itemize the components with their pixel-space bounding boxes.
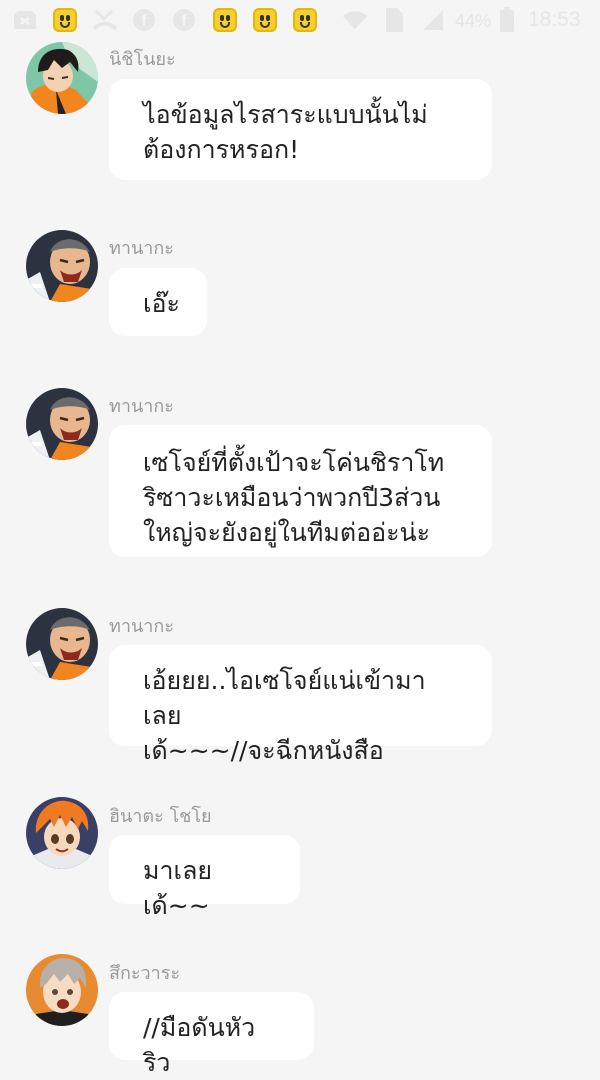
signal-icon bbox=[420, 7, 446, 33]
image-icon bbox=[12, 7, 38, 33]
emoji-icon bbox=[252, 7, 278, 33]
sender-name: ฮินาตะ โชโย bbox=[109, 806, 212, 827]
status-bar: f f 44% 18:53 bbox=[0, 0, 600, 40]
avatar-tanaka[interactable] bbox=[26, 230, 98, 302]
facebook-icon: f bbox=[131, 7, 157, 33]
clock: 18:53 bbox=[528, 8, 581, 31]
message-bubble[interactable]: มาเลยเด้~~ bbox=[109, 835, 300, 920]
emoji-icon bbox=[292, 7, 318, 33]
sender-name: สึกะวาระ bbox=[109, 963, 181, 984]
sim-icon bbox=[381, 7, 407, 33]
message-bubble[interactable]: เอ้ยยย..ไอเซโจย์แน่เข้ามาเลย เด้~~~//จะฉ… bbox=[109, 645, 492, 765]
avatar-hinata[interactable] bbox=[26, 797, 98, 869]
facebook-icon: f bbox=[171, 7, 197, 33]
emoji-icon bbox=[212, 7, 238, 33]
avatar-nishinoya[interactable] bbox=[26, 42, 98, 114]
battery-percent: 44% bbox=[455, 11, 492, 31]
sender-name: ทานากะ bbox=[109, 238, 174, 259]
message-bubble[interactable]: //มือดันหัว ริว bbox=[109, 992, 314, 1077]
sender-name: ทานากะ bbox=[109, 616, 174, 637]
missed-call-icon bbox=[92, 7, 118, 33]
avatar-tanaka[interactable] bbox=[26, 388, 98, 460]
battery-icon bbox=[494, 7, 520, 33]
avatar-sugawara[interactable] bbox=[26, 954, 98, 1026]
message-bubble[interactable]: ไอข้อมูลไรสาระแบบนั้นไม่ ต้องการหรอก! bbox=[109, 79, 492, 180]
sender-name: นิชิโนยะ bbox=[109, 49, 176, 70]
sender-name: ทานากะ bbox=[109, 396, 174, 417]
emoji-icon bbox=[52, 7, 78, 33]
wifi-icon bbox=[342, 7, 368, 33]
message-bubble[interactable]: เอ๊ะ bbox=[109, 268, 207, 336]
message-bubble[interactable]: เซโจย์ที่ตั้งเป้าจะโค่นชิราโท ริซาวะเหมื… bbox=[109, 425, 492, 557]
avatar-tanaka[interactable] bbox=[26, 608, 98, 680]
